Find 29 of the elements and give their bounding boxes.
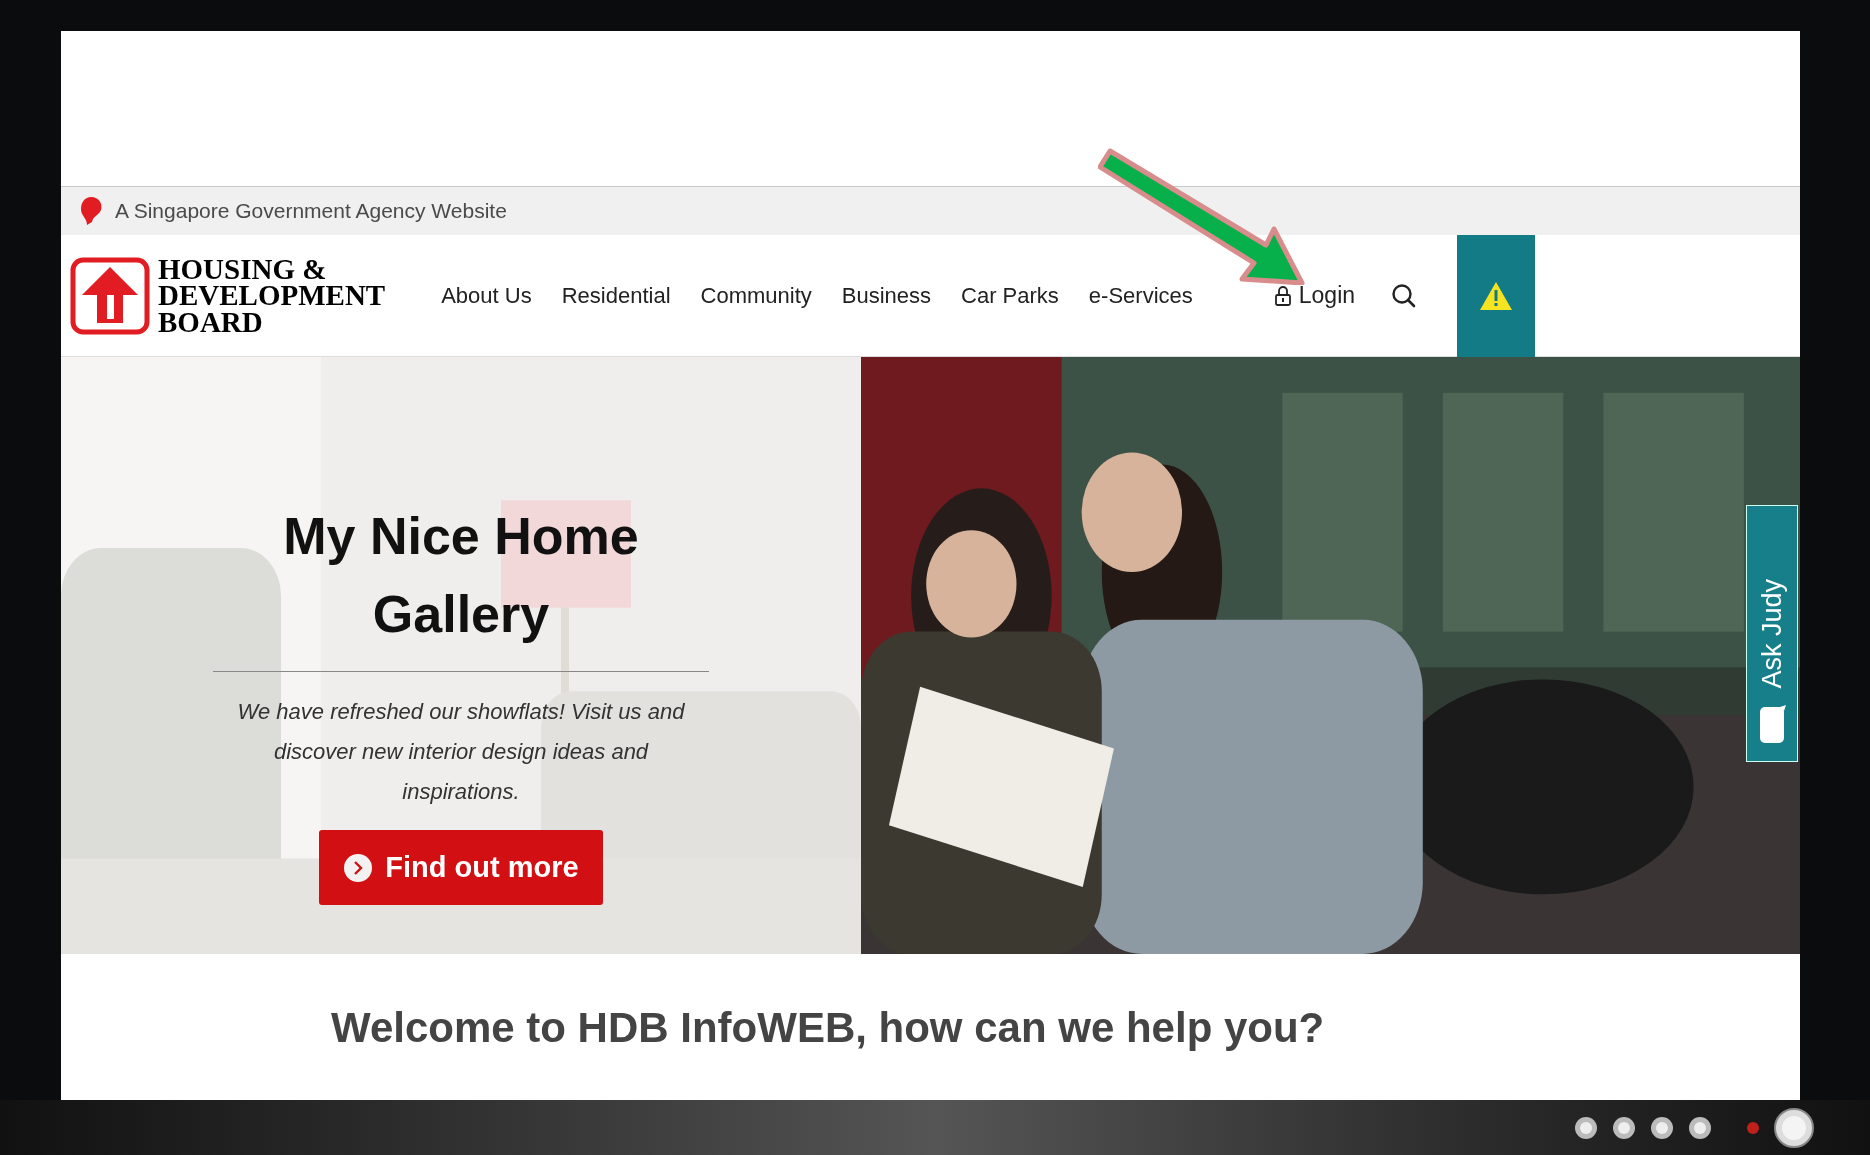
logo-text: HOUSING & <box>158 256 328 283</box>
power-knob-icon[interactable] <box>1774 1107 1814 1148</box>
find-out-more-button[interactable]: Find out more <box>319 830 603 905</box>
logo-text: DEVELOPMENT <box>158 282 386 309</box>
house-arrow-logo-icon <box>70 256 150 335</box>
power-led-icon <box>1746 1120 1760 1135</box>
hero-text: We have refreshed our showflats! Visit us and discover new interior design ideas and inspirations. <box>236 698 686 806</box>
lock-icon <box>1274 285 1291 306</box>
nav-link[interactable]: Car Parks <box>961 279 1059 312</box>
monitor-button-icon[interactable] <box>1612 1115 1636 1140</box>
nav-link[interactable]: Business <box>841 279 932 312</box>
monitor-button-icon[interactable] <box>1650 1115 1674 1140</box>
nav-link[interactable]: e-Services <box>1088 279 1193 312</box>
warning-icon <box>1479 280 1514 311</box>
alert-button[interactable] <box>1457 234 1536 357</box>
agency-text: A Singapore Government Agency Website <box>115 198 507 225</box>
search-icon[interactable] <box>1391 282 1418 309</box>
monitor-button-icon[interactable] <box>1688 1115 1712 1140</box>
chat-bubble-icon <box>1758 705 1786 745</box>
nav-link[interactable]: Community <box>700 279 812 312</box>
hero-title: My Nice Home Gallery <box>282 506 640 645</box>
ask-judy-tab[interactable]: Ask Judy <box>1746 505 1798 762</box>
nav-link[interactable]: Residential <box>561 279 671 312</box>
login-link[interactable]: Login <box>1274 278 1356 313</box>
logo-text: BOARD <box>158 308 264 335</box>
monitor-button-icon[interactable] <box>1574 1115 1598 1140</box>
chevron-circle-icon <box>343 852 374 883</box>
nav-link[interactable]: About Us <box>441 279 532 312</box>
welcome-heading: Welcome to HDB InfoWEB, how can we help you? <box>331 1002 1325 1053</box>
